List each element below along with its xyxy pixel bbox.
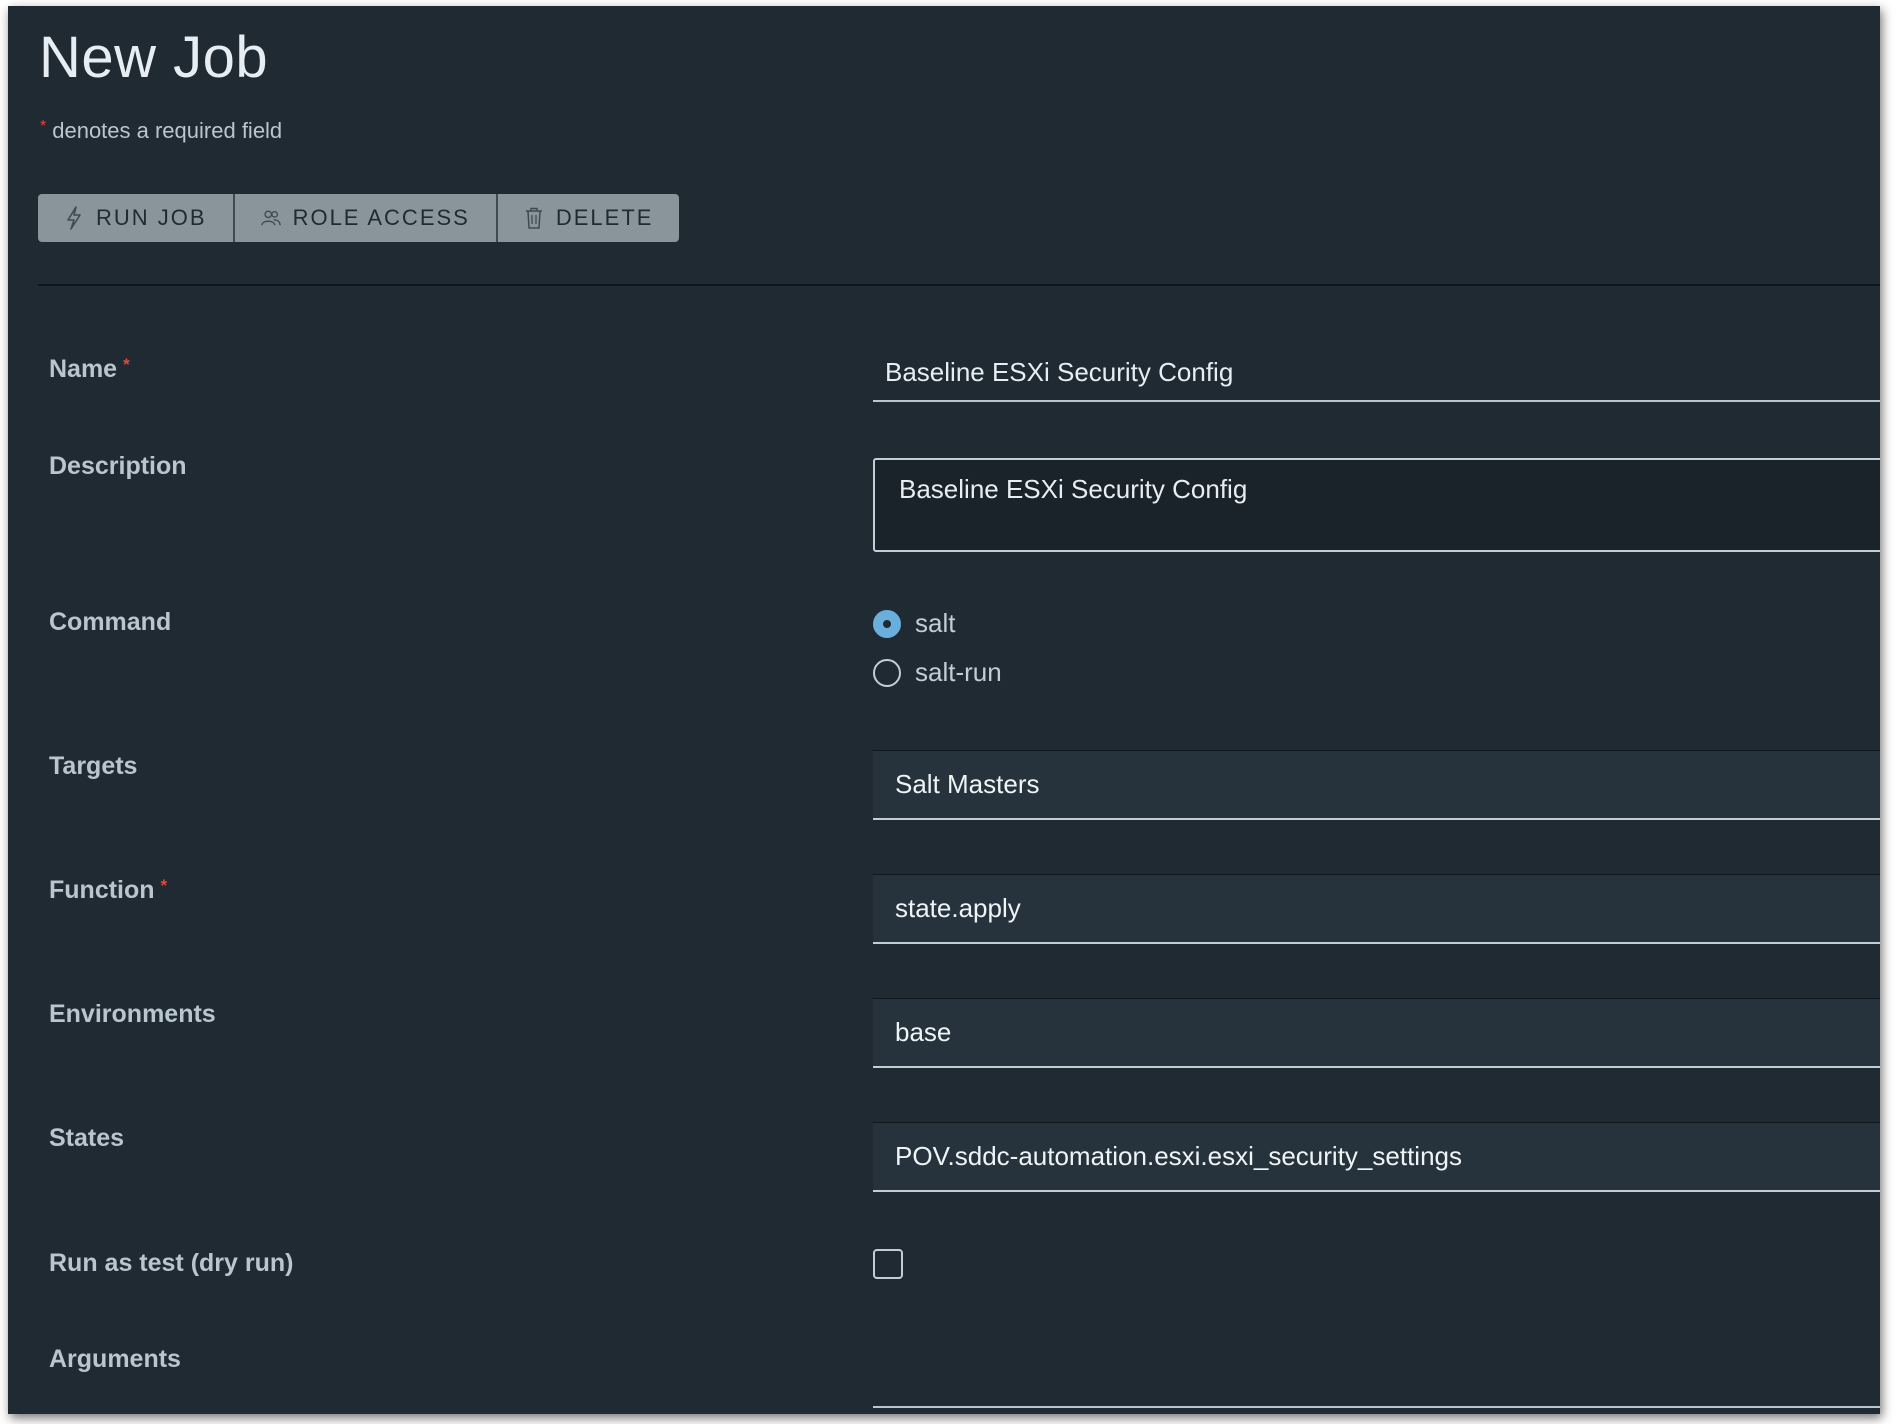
dry-run-checkbox[interactable] [873, 1249, 903, 1279]
targets-select[interactable]: Salt Masters [873, 750, 1880, 820]
description-label: Description [49, 452, 187, 480]
required-field-note: * denotes a required field [40, 118, 282, 144]
role-access-button[interactable]: ROLE ACCESS [234, 194, 498, 242]
salt-radio[interactable] [873, 609, 901, 638]
environments-select[interactable]: base [873, 998, 1880, 1068]
run-job-button[interactable]: RUN JOB [38, 194, 235, 242]
function-label-text: Function [49, 876, 155, 904]
required-note-text: denotes a required field [52, 118, 283, 143]
states-select[interactable]: POV.sddc-automation.esxi.esxi_security_s… [873, 1122, 1880, 1192]
users-icon [260, 206, 281, 230]
bolt-icon [64, 206, 84, 230]
function-label: Function * [49, 876, 167, 905]
salt-run-radio-label: salt-run [915, 657, 1002, 687]
run-job-label: RUN JOB [96, 205, 207, 230]
targets-label: Targets [49, 752, 138, 780]
states-label: States [49, 1124, 125, 1152]
function-required-marker: * [160, 876, 168, 895]
description-textarea[interactable]: Baseline ESXi Security Config [873, 458, 1880, 552]
function-select[interactable]: state.apply [873, 874, 1880, 944]
delete-button[interactable]: DELETE [497, 194, 680, 242]
salt-radio-label: salt [915, 608, 956, 638]
dry-run-label: Run as test (dry run) [49, 1249, 294, 1277]
name-input[interactable]: Baseline ESXi Security Config [873, 344, 1880, 402]
trash-icon [524, 206, 544, 230]
role-access-label: ROLE ACCESS [292, 205, 470, 230]
salt-run-radio[interactable] [873, 658, 901, 687]
required-marker: * [40, 118, 47, 135]
command-option-salt[interactable]: salt [873, 608, 955, 639]
name-required-marker: * [123, 355, 130, 374]
delete-label: DELETE [555, 205, 654, 230]
job-editor-panel: New Job * denotes a required field RUN JO… [8, 6, 1880, 1414]
page-title: New Job [39, 25, 269, 90]
command-option-salt-run[interactable]: salt-run [873, 657, 1002, 688]
name-label: Name * [49, 355, 130, 384]
command-label: Command [49, 608, 172, 636]
arguments-label: Arguments [49, 1345, 181, 1373]
toolbar-divider [38, 284, 1880, 286]
arguments-input[interactable] [873, 1406, 1880, 1408]
name-label-text: Name [49, 355, 118, 383]
job-toolbar: RUN JOB ROLE ACCESS DELETE [38, 194, 680, 242]
environments-label: Environments [49, 1000, 216, 1028]
